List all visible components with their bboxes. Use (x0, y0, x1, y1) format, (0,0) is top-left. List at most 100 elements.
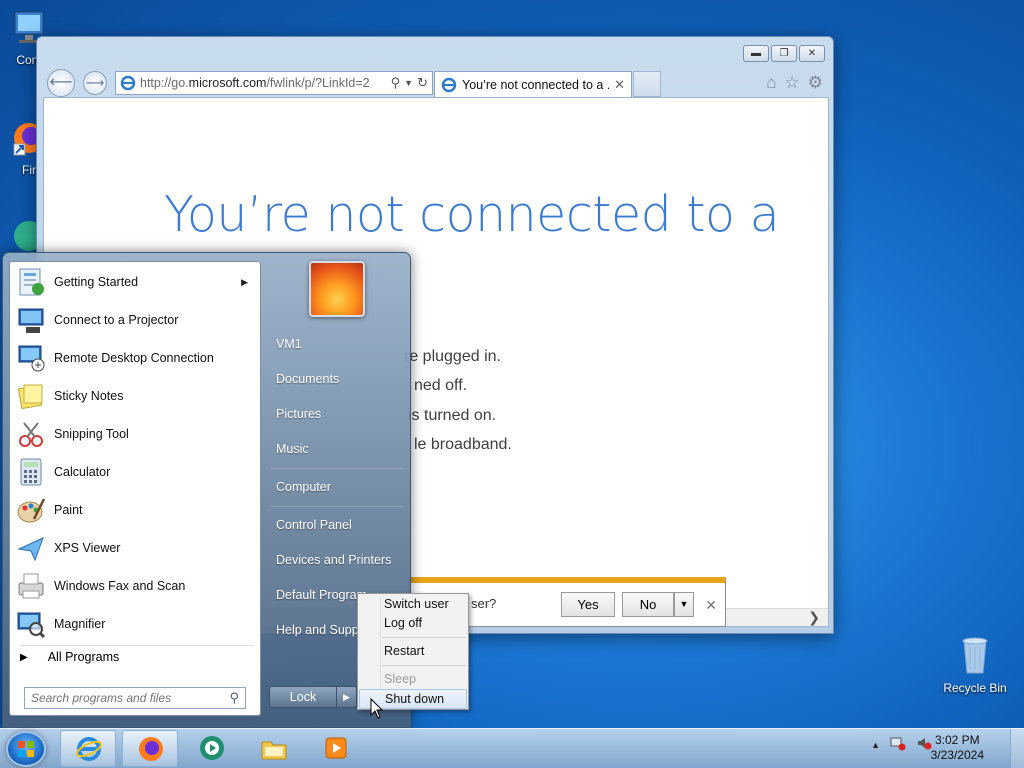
media-player-icon (325, 737, 347, 759)
notification-question: ser? (471, 596, 497, 611)
refresh-icon[interactable]: ↻ (417, 75, 428, 91)
places-separator (271, 468, 403, 469)
desktop-recycle-bin-icon[interactable]: Recycle Bin (940, 630, 1010, 695)
program-label: XPS Viewer (54, 541, 121, 555)
projector-icon (18, 308, 44, 333)
yes-button[interactable]: Yes (561, 592, 615, 617)
back-button[interactable]: ⟵ (47, 69, 75, 97)
taskbar-media-player[interactable] (308, 730, 364, 767)
power-options-button[interactable]: ▶ (337, 686, 357, 708)
start-button[interactable] (6, 731, 46, 767)
place-help-support[interactable]: Help and Suppo (276, 623, 366, 637)
media-center-icon (200, 736, 224, 760)
menu-restart[interactable]: Restart (359, 641, 467, 661)
show-hidden-icons-icon[interactable]: ▲ (871, 740, 880, 750)
program-label: Calculator (54, 465, 111, 479)
fax-scan-icon (18, 573, 44, 599)
clock[interactable]: 3:02 PM 3/23/2024 (931, 733, 984, 763)
windows-logo-icon (18, 741, 34, 757)
scroll-right-icon[interactable]: ❯ (808, 609, 820, 626)
file-explorer-icon (261, 741, 287, 760)
remote-desktop-icon (18, 345, 45, 372)
program-label: Connect to a Projector (54, 313, 179, 327)
submenu-arrow-icon: ▶ (241, 276, 248, 287)
minimize-button[interactable]: ▬ (743, 45, 769, 62)
lock-button[interactable]: Lock (269, 686, 337, 708)
taskbar: ▲ 3:02 PM 3/23/2024 (0, 728, 1024, 768)
network-icon[interactable] (890, 735, 906, 754)
place-documents[interactable]: Documents (276, 372, 339, 386)
search-input[interactable] (31, 691, 230, 705)
forward-button[interactable]: ⟶ (83, 71, 107, 95)
place-devices-printers[interactable]: Devices and Printers (276, 553, 391, 567)
tip-line: le broadband. (414, 436, 512, 453)
menu-separator (382, 665, 466, 666)
maximize-button[interactable]: ❐ (771, 45, 797, 62)
place-user[interactable]: VM1 (276, 337, 302, 351)
program-paint[interactable]: Paint (12, 492, 258, 528)
clock-date: 3/23/2024 (930, 748, 984, 762)
program-label: Sticky Notes (54, 389, 124, 403)
program-snipping-tool[interactable]: Snipping Tool (12, 416, 258, 452)
start-menu: Getting Started ▶ Connect to a Projector… (2, 252, 411, 728)
user-avatar[interactable] (309, 261, 365, 317)
settings-gear-icon[interactable]: ⚙ (808, 73, 823, 93)
program-connect-projector[interactable]: Connect to a Projector (12, 302, 258, 338)
no-dropdown-button[interactable]: ▼ (674, 592, 694, 617)
power-submenu: Switch user Log off Restart Sleep Shut d… (357, 593, 469, 710)
taskbar-file-explorer[interactable] (246, 730, 302, 767)
place-computer[interactable]: Computer (276, 480, 331, 494)
search-icon: ⚲ (229, 690, 239, 705)
system-tray: ▲ (871, 735, 932, 754)
place-music[interactable]: Music (276, 442, 309, 456)
program-sticky-notes[interactable]: Sticky Notes (12, 378, 258, 414)
tab-title: You’re not connected to a ... (462, 77, 610, 92)
tip-line: ned off. (414, 377, 468, 394)
program-calculator[interactable]: Calculator (12, 454, 258, 490)
place-control-panel[interactable]: Control Panel (276, 518, 352, 532)
new-tab-button[interactable] (633, 71, 661, 97)
notification-close-icon[interactable]: ✕ (705, 597, 717, 614)
tab-current[interactable]: You’re not connected to a ... ✕ (434, 71, 632, 97)
program-getting-started[interactable]: Getting Started ▶ (12, 264, 258, 300)
page-headline: You’re not connected to a (164, 186, 780, 243)
address-bar[interactable]: http://go.microsoft.com/fwlink/p/?LinkId… (115, 71, 433, 95)
program-remote-desktop[interactable]: Remote Desktop Connection (12, 340, 258, 376)
search-box[interactable]: ⚲ (24, 687, 246, 709)
program-label: Magnifier (54, 617, 106, 631)
network-status-icon (890, 737, 906, 751)
no-button[interactable]: No (622, 592, 674, 617)
ie-tab-icon (441, 77, 457, 92)
internet-explorer-icon (76, 737, 102, 761)
taskbar-internet-explorer[interactable] (60, 730, 116, 767)
taskbar-media-center[interactable] (184, 730, 240, 767)
favorites-star-icon[interactable]: ☆ (785, 73, 800, 93)
address-url: http://go.microsoft.com/fwlink/p/?LinkId… (140, 76, 370, 90)
taskbar-firefox[interactable] (122, 730, 178, 767)
home-icon[interactable]: ⌂ (766, 73, 776, 93)
tip-line: is turned on. (408, 407, 497, 424)
all-programs-label: All Programs (47, 650, 120, 664)
magnifier-icon (17, 612, 46, 639)
tip-line: re plugged in. (404, 348, 501, 365)
dropdown-icon[interactable]: ▼ (404, 78, 413, 88)
show-desktop-button[interactable] (1010, 729, 1024, 768)
arrow-right-icon: ▶ (20, 651, 28, 663)
tab-close-icon[interactable]: ✕ (614, 77, 625, 93)
place-pictures[interactable]: Pictures (276, 407, 321, 421)
ie-page-icon (120, 75, 136, 91)
volume-icon[interactable] (916, 735, 932, 754)
menu-log-off[interactable]: Log off (359, 613, 467, 633)
programs-pane: Getting Started ▶ Connect to a Projector… (9, 261, 261, 716)
program-magnifier[interactable]: Magnifier (12, 606, 258, 642)
program-fax-scan[interactable]: Windows Fax and Scan (12, 568, 258, 604)
all-programs-button[interactable]: ▶ All Programs (20, 650, 119, 664)
programs-separator (20, 645, 254, 646)
snipping-tool-icon (19, 422, 43, 447)
search-icon[interactable]: ⚲ (391, 75, 401, 91)
menu-switch-user[interactable]: Switch user (359, 594, 467, 614)
menu-sleep: Sleep (384, 672, 416, 686)
program-xps-viewer[interactable]: XPS Viewer (12, 530, 258, 566)
close-button[interactable]: ✕ (799, 45, 825, 62)
place-default-programs[interactable]: Default Program (276, 588, 367, 602)
